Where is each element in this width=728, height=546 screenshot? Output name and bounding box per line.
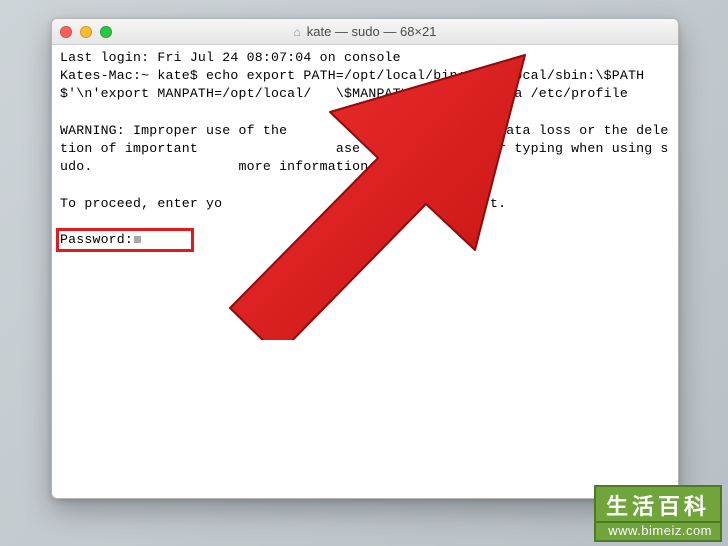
last-login-line: Last login: Fri Jul 24 08:07:04 on conso… [60, 50, 401, 65]
home-icon: ⌂ [294, 25, 301, 39]
watermark-url: www.bimeiz.com [594, 523, 722, 542]
terminal-body[interactable]: Last login: Fri Jul 24 08:07:04 on conso… [52, 45, 678, 498]
blank-line [60, 104, 670, 122]
command-line: Kates-Mac:~ kate$ echo export PATH=/opt/… [60, 68, 644, 101]
blank-line [60, 177, 670, 195]
minimize-icon[interactable] [80, 26, 92, 38]
watermark: 生活百科 www.bimeiz.com [594, 485, 722, 542]
window-title-text: kate — sudo — 68×21 [307, 24, 437, 39]
window-controls [60, 26, 112, 38]
terminal-window: ⌂ kate — sudo — 68×21 Last login: Fri Ju… [51, 18, 679, 499]
proceed-line: To proceed, enter yo C to abort. [60, 196, 506, 211]
blank-line [60, 213, 670, 231]
zoom-icon[interactable] [100, 26, 112, 38]
close-icon[interactable] [60, 26, 72, 38]
password-cursor-icon [134, 236, 141, 243]
watermark-text: 生活百科 [594, 485, 722, 523]
password-label: Password: [60, 232, 133, 247]
password-prompt[interactable]: Password: [60, 231, 141, 249]
titlebar[interactable]: ⌂ kate — sudo — 68×21 [52, 19, 678, 45]
window-title: ⌂ kate — sudo — 68×21 [52, 24, 678, 39]
sudo-warning: WARNING: Improper use of the d to data l… [60, 123, 669, 174]
